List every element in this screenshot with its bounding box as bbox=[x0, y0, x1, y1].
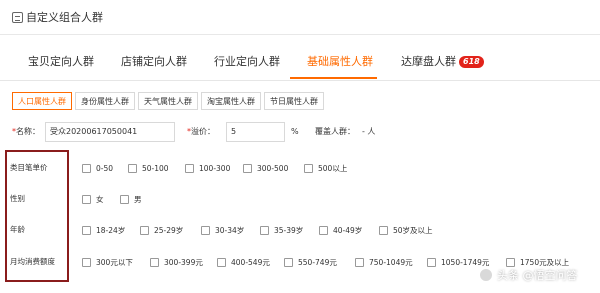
checkbox-icon[interactable] bbox=[260, 225, 269, 235]
checkbox-icon[interactable] bbox=[140, 225, 149, 235]
checkbox-icon[interactable] bbox=[304, 163, 313, 173]
header-divider bbox=[0, 34, 600, 35]
checkbox-option[interactable]: 男 bbox=[120, 190, 142, 208]
tab-shop-crowd[interactable]: 店铺定向人群 bbox=[121, 44, 187, 80]
subtab-weather-attr[interactable]: 天气属性人群 bbox=[138, 92, 198, 110]
checkbox-icon[interactable] bbox=[427, 257, 436, 267]
panel-header: 自定义组合人群 bbox=[12, 4, 103, 30]
name-label: *名称： bbox=[12, 127, 40, 136]
checkbox-option[interactable]: 35-39岁 bbox=[260, 221, 303, 239]
checkbox-icon[interactable] bbox=[128, 163, 137, 173]
checkbox-icon[interactable] bbox=[185, 163, 194, 173]
subtab-taobao-attr[interactable]: 淘宝属性人群 bbox=[201, 92, 261, 110]
checkbox-option[interactable]: 50-100 bbox=[128, 159, 169, 177]
watermark-logo-icon bbox=[478, 267, 494, 283]
highlight-box bbox=[5, 150, 69, 282]
checkbox-option[interactable]: 300-399元 bbox=[150, 253, 203, 271]
tab-item-crowd[interactable]: 宝贝定向人群 bbox=[28, 44, 94, 80]
checkbox-icon[interactable] bbox=[379, 225, 388, 235]
checkbox-icon[interactable] bbox=[82, 257, 91, 267]
checkbox-option[interactable]: 300-500 bbox=[243, 159, 288, 177]
checkbox-option[interactable]: 30-34岁 bbox=[201, 221, 244, 239]
checkbox-option[interactable]: 女 bbox=[82, 190, 104, 208]
checkbox-icon[interactable] bbox=[319, 225, 328, 235]
attribute-subtabs: 人口属性人群 身份属性人群 天气属性人群 淘宝属性人群 节日属性人群 bbox=[12, 92, 327, 110]
active-tab-indicator bbox=[290, 77, 377, 79]
checkbox-option[interactable]: 300元以下 bbox=[82, 253, 133, 271]
checkbox-option[interactable]: 550-749元 bbox=[284, 253, 337, 271]
crowd-panel: 自定义组合人群 宝贝定向人群 店铺定向人群 行业定向人群 基础属性人群 达摩盘人… bbox=[0, 0, 600, 293]
checkbox-option[interactable]: 25-29岁 bbox=[140, 221, 183, 239]
checkbox-icon[interactable] bbox=[120, 194, 129, 204]
attr-row-age: 年龄 18-24岁 25-29岁 30-34岁 35-39岁 40-49岁 50… bbox=[0, 221, 600, 239]
bid-input[interactable]: 5 bbox=[226, 122, 285, 142]
crowd-icon bbox=[12, 11, 23, 23]
attr-row-gender: 性别 女 男 bbox=[0, 190, 600, 208]
checkbox-icon[interactable] bbox=[201, 225, 210, 235]
checkbox-option[interactable]: 400-549元 bbox=[217, 253, 270, 271]
promo-badge: 618 bbox=[459, 56, 484, 68]
subtab-population-attr[interactable]: 人口属性人群 bbox=[12, 92, 72, 110]
coverage-value: - 人 bbox=[362, 127, 376, 136]
bid-label: *溢价： bbox=[187, 127, 215, 136]
bid-unit: % bbox=[291, 127, 299, 136]
checkbox-icon[interactable] bbox=[355, 257, 364, 267]
checkbox-option[interactable]: 750-1049元 bbox=[355, 253, 413, 271]
checkbox-option[interactable]: 50岁及以上 bbox=[379, 221, 433, 239]
checkbox-icon[interactable] bbox=[150, 257, 159, 267]
attr-row-category-price: 类目笔单价 0-50 50-100 100-300 300-500 500以上 bbox=[0, 159, 600, 177]
coverage-label: 覆盖人群： bbox=[315, 127, 355, 136]
tab-industry-crowd[interactable]: 行业定向人群 bbox=[214, 44, 280, 80]
panel-title: 自定义组合人群 bbox=[26, 11, 103, 24]
crowd-settings-row: *名称： 受众20200617050041 *溢价： 5 % 覆盖人群： - 人 bbox=[0, 122, 600, 142]
checkbox-icon[interactable] bbox=[82, 225, 91, 235]
tab-basic-attr-crowd[interactable]: 基础属性人群 bbox=[307, 44, 373, 80]
checkbox-icon[interactable] bbox=[82, 163, 91, 173]
watermark: 头条 @悟空问答 bbox=[478, 264, 578, 286]
watermark-text: 头条 @悟空问答 bbox=[497, 269, 578, 282]
checkbox-option[interactable]: 500以上 bbox=[304, 159, 347, 177]
name-input[interactable]: 受众20200617050041 bbox=[45, 122, 175, 142]
checkbox-icon[interactable] bbox=[284, 257, 293, 267]
checkbox-icon[interactable] bbox=[243, 163, 252, 173]
tab-damopan-crowd[interactable]: 达摩盘人群 618 bbox=[401, 44, 484, 80]
checkbox-icon[interactable] bbox=[82, 194, 91, 204]
subtab-festival-attr[interactable]: 节日属性人群 bbox=[264, 92, 324, 110]
crowd-type-tabs: 宝贝定向人群 店铺定向人群 行业定向人群 基础属性人群 达摩盘人群 618 bbox=[0, 44, 600, 81]
checkbox-option[interactable]: 18-24岁 bbox=[82, 221, 125, 239]
checkbox-option[interactable]: 0-50 bbox=[82, 159, 113, 177]
checkbox-icon[interactable] bbox=[217, 257, 226, 267]
checkbox-option[interactable]: 40-49岁 bbox=[319, 221, 362, 239]
subtab-identity-attr[interactable]: 身份属性人群 bbox=[75, 92, 135, 110]
checkbox-option[interactable]: 100-300 bbox=[185, 159, 230, 177]
